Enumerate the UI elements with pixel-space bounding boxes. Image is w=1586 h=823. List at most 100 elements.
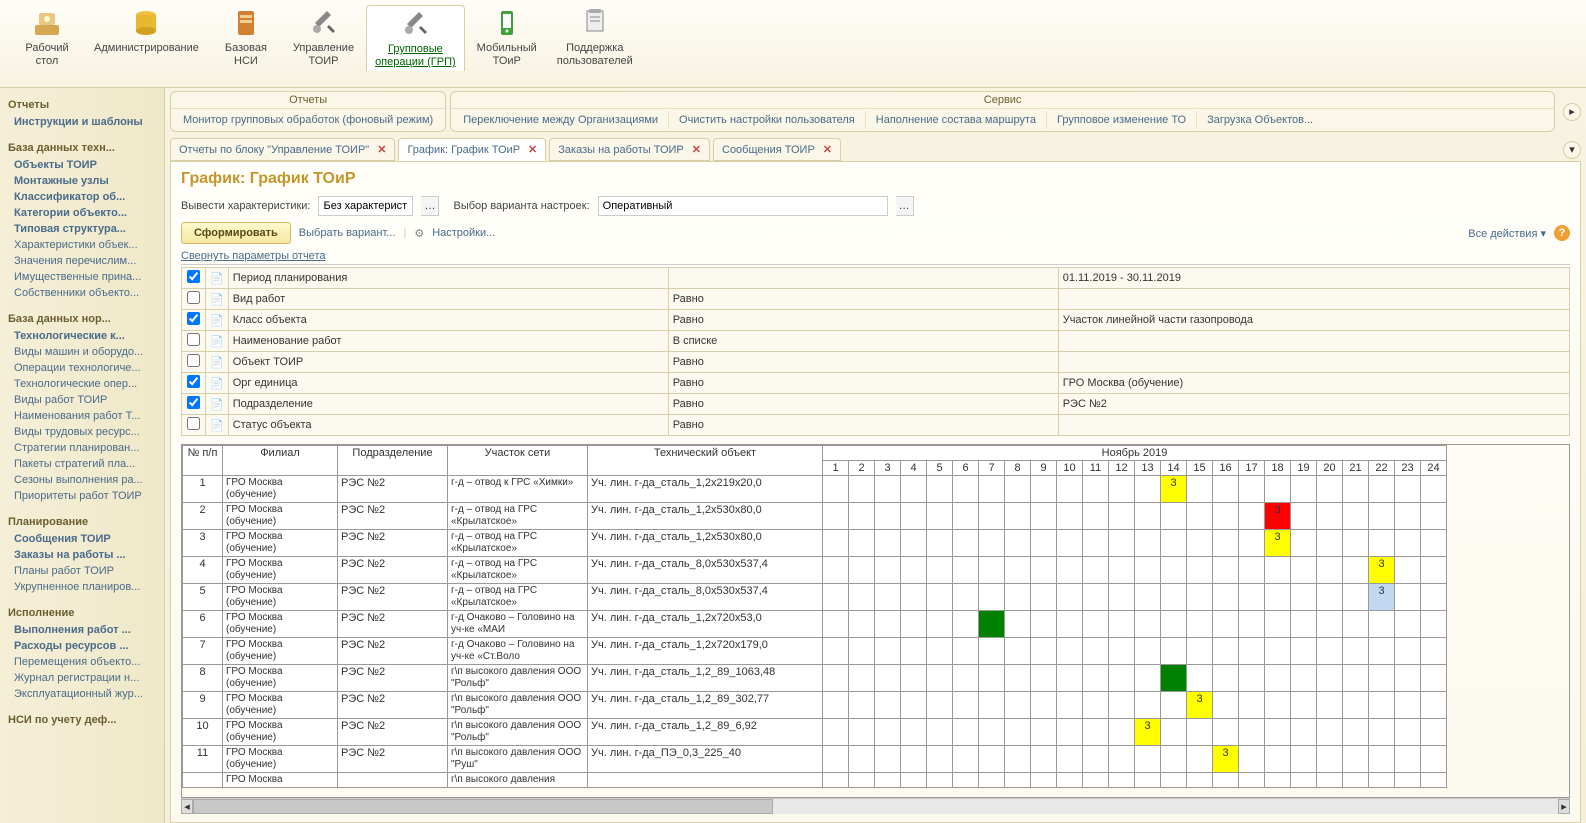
schedule-cell[interactable] [1291,557,1317,584]
schedule-cell[interactable] [875,476,901,503]
schedule-cell[interactable] [1343,530,1369,557]
all-actions-link[interactable]: Все действия ▾ [1468,227,1546,240]
schedule-cell[interactable] [1187,773,1213,788]
schedule-cell[interactable] [1135,692,1161,719]
schedule-cell[interactable] [1343,584,1369,611]
schedule-cell[interactable] [1109,638,1135,665]
schedule-cell[interactable] [1083,530,1109,557]
schedule-cell[interactable] [823,692,849,719]
schedule-cell[interactable] [1317,503,1343,530]
schedule-cell[interactable] [953,503,979,530]
schedule-cell[interactable] [953,773,979,788]
schedule-cell[interactable] [979,503,1005,530]
schedule-cell[interactable] [1213,584,1239,611]
schedule-cell[interactable] [953,557,979,584]
schedule-cell[interactable] [1369,638,1395,665]
param-checkbox[interactable] [187,354,200,367]
schedule-cell[interactable] [1421,773,1447,788]
schedule-cell[interactable] [1265,557,1291,584]
schedule-cell[interactable]: Ф [1161,665,1187,692]
schedule-cell[interactable] [1135,530,1161,557]
schedule-cell[interactable] [953,692,979,719]
schedule-row[interactable]: 2ГРО Москва (обучение)РЭС №2г-д – отвод … [183,503,1447,530]
schedule-cell[interactable] [1161,503,1187,530]
param-checkbox[interactable] [187,396,200,409]
schedule-cell[interactable] [1031,692,1057,719]
param-checkbox[interactable] [187,312,200,325]
schedule-cell[interactable] [823,773,849,788]
ribbon-button[interactable]: Очистить настройки пользователя [669,111,866,129]
schedule-cell[interactable] [1291,584,1317,611]
schedule-cell[interactable] [1265,773,1291,788]
schedule-cell[interactable] [1187,665,1213,692]
sidebar-item[interactable]: Виды машин и оборудо... [0,344,164,360]
schedule-cell[interactable]: 3 [1135,719,1161,746]
tabs-expand-button[interactable]: ▾ [1563,141,1581,159]
schedule-cell[interactable] [1005,557,1031,584]
schedule-cell[interactable] [1083,773,1109,788]
schedule-cell[interactable] [1083,638,1109,665]
schedule-cell[interactable] [1343,557,1369,584]
schedule-cell[interactable] [1265,476,1291,503]
ribbon-button[interactable]: Наполнение состава маршрута [866,111,1047,129]
schedule-cell[interactable] [1395,719,1421,746]
schedule-cell[interactable] [927,746,953,773]
schedule-cell[interactable] [1239,557,1265,584]
schedule-cell[interactable] [1317,665,1343,692]
schedule-cell[interactable] [979,530,1005,557]
sidebar-item[interactable]: Приоритеты работ ТОИР [0,488,164,504]
schedule-row[interactable]: 3ГРО Москва (обучение)РЭС №2г-д – отвод … [183,530,1447,557]
schedule-cell[interactable] [1369,746,1395,773]
ribbon-button[interactable]: Групповое изменение ТО [1047,111,1197,129]
sidebar-item[interactable]: Расходы ресурсов ... [0,638,164,654]
schedule-cell[interactable] [1083,665,1109,692]
toolbar-support-button[interactable]: Поддержкапользователей [549,5,641,70]
schedule-cell[interactable] [1317,557,1343,584]
schedule-cell[interactable] [1031,611,1057,638]
schedule-cell[interactable] [1135,503,1161,530]
sidebar-item[interactable]: Операции технологиче... [0,360,164,376]
schedule-cell[interactable] [1239,773,1265,788]
sidebar-item[interactable]: Выполнения работ ... [0,622,164,638]
schedule-cell[interactable] [875,638,901,665]
sidebar-item[interactable]: Типовая структура... [0,221,164,237]
schedule-cell[interactable] [1369,611,1395,638]
schedule-row[interactable]: 6ГРО Москва (обучение)РЭС №2г-д Очаково … [183,611,1447,638]
schedule-cell[interactable] [927,638,953,665]
schedule-cell[interactable] [1031,665,1057,692]
sidebar-item[interactable]: Виды трудовых ресурс... [0,424,164,440]
schedule-cell[interactable] [979,584,1005,611]
schedule-cell[interactable] [1291,638,1317,665]
schedule-cell[interactable] [1005,746,1031,773]
schedule-cell[interactable] [1187,557,1213,584]
schedule-cell[interactable] [901,584,927,611]
schedule-cell[interactable] [1421,665,1447,692]
schedule-cell[interactable] [1005,638,1031,665]
schedule-cell[interactable] [1395,773,1421,788]
schedule-cell[interactable] [1343,476,1369,503]
schedule-cell[interactable] [953,476,979,503]
schedule-cell[interactable] [1239,692,1265,719]
schedule-cell[interactable] [1395,503,1421,530]
schedule-cell[interactable] [875,584,901,611]
document-tab[interactable]: Заказы на работы ТОИР✕ [549,138,710,161]
schedule-cell[interactable] [979,476,1005,503]
schedule-cell[interactable] [1317,719,1343,746]
document-tab[interactable]: Сообщения ТОИР✕ [713,138,841,161]
schedule-cell[interactable] [1369,773,1395,788]
schedule-cell[interactable] [1239,530,1265,557]
toolbar-desktop-button[interactable]: Рабочийстол [12,5,82,70]
settings-link[interactable]: Настройки... [432,227,495,239]
param-checkbox[interactable] [187,333,200,346]
schedule-row[interactable]: 11ГРО Москва (обучение)РЭС №2г\п высоког… [183,746,1447,773]
schedule-cell[interactable] [1031,557,1057,584]
schedule-cell[interactable] [979,557,1005,584]
schedule-cell[interactable] [1369,719,1395,746]
schedule-cell[interactable] [979,746,1005,773]
schedule-cell[interactable] [1135,638,1161,665]
schedule-cell[interactable] [1135,584,1161,611]
schedule-cell[interactable] [1057,773,1083,788]
schedule-cell[interactable] [1291,665,1317,692]
sidebar-item[interactable]: Технологические опер... [0,376,164,392]
schedule-cell[interactable] [927,665,953,692]
